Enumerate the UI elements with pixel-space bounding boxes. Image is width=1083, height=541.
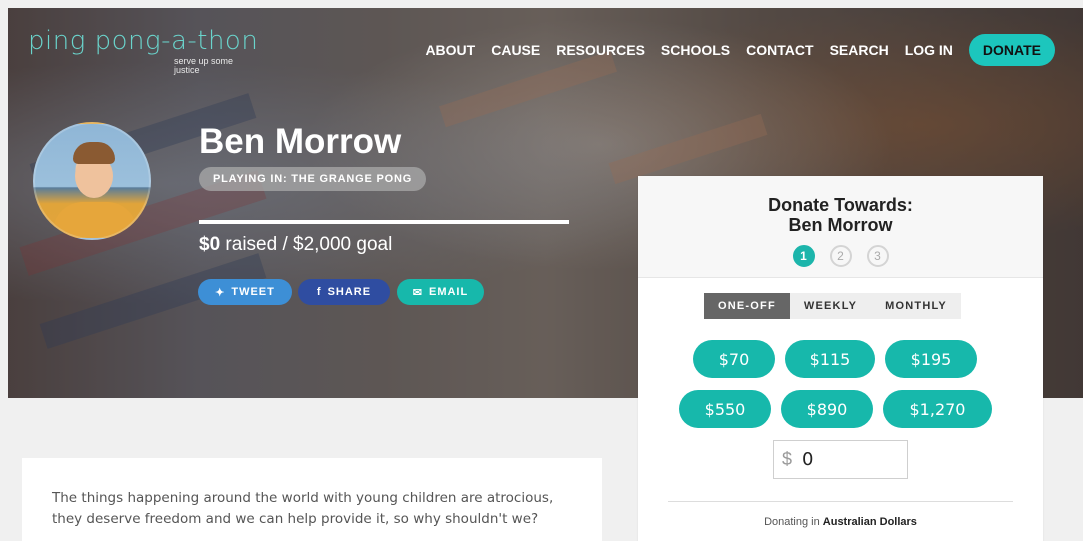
tab-one-off[interactable]: ONE-OFF — [704, 293, 790, 319]
nav-donate-button[interactable]: DONATE — [968, 34, 1055, 66]
nav-search[interactable]: SEARCH — [830, 42, 889, 58]
step-2: 2 — [829, 245, 852, 267]
nav-about[interactable]: ABOUT — [425, 42, 475, 58]
amount-option[interactable]: $890 — [781, 390, 873, 428]
story-card: The things happening around the world wi… — [22, 458, 602, 541]
amount-option[interactable]: $70 — [693, 340, 775, 378]
goal-text: raised / $2,000 goal — [220, 234, 393, 255]
email-share-button[interactable]: ✉ EMAIL — [397, 279, 484, 305]
step-1: 1 — [792, 245, 815, 267]
facebook-share-button[interactable]: f SHARE — [298, 279, 390, 305]
fundraising-progress-bar — [199, 220, 569, 224]
envelope-icon: ✉ — [412, 286, 423, 299]
nav-contact[interactable]: CONTACT — [746, 42, 813, 58]
donate-panel: Donate Towards: Ben Morrow 1 2 3 ONE-OFF… — [638, 176, 1043, 541]
donate-recipient: Ben Morrow — [788, 215, 893, 235]
amount-option[interactable]: $1,270 — [883, 390, 992, 428]
facebook-icon: f — [316, 286, 322, 298]
nav-resources[interactable]: RESOURCES — [556, 42, 645, 58]
raised-summary: $0 raised / $2,000 goal — [199, 234, 392, 256]
donate-title: Donate Towards: — [768, 195, 913, 215]
currency-symbol: $ — [782, 449, 793, 469]
profile-avatar — [33, 122, 151, 240]
donate-panel-header: Donate Towards: Ben Morrow 1 2 3 — [638, 176, 1043, 278]
currency-name: Australian Dollars — [822, 516, 917, 528]
amount-option[interactable]: $115 — [785, 340, 875, 378]
custom-amount-input[interactable]: $ 0 — [773, 440, 908, 479]
tweet-button[interactable]: ✦ TWEET — [198, 279, 292, 305]
step-indicator: 1 2 3 — [638, 245, 1043, 267]
profile-name: Ben Morrow — [199, 122, 402, 161]
step-3: 3 — [866, 245, 889, 267]
tab-monthly[interactable]: MONTHLY — [871, 293, 961, 319]
divider — [668, 501, 1013, 502]
playing-in-badge[interactable]: PLAYING IN: THE GRANGE PONG — [199, 167, 427, 191]
frequency-tabs: ONE-OFF WEEKLY MONTHLY — [704, 293, 961, 319]
nav-login[interactable]: LOG IN — [905, 42, 953, 58]
logo-tagline: serve up some justice — [174, 56, 234, 75]
raised-amount: $0 — [199, 234, 221, 255]
custom-amount-value: 0 — [802, 449, 814, 470]
nav-cause[interactable]: CAUSE — [491, 42, 540, 58]
site-logo[interactable]: ping pong-a-thon serve up some justice — [28, 26, 258, 75]
tab-weekly[interactable]: WEEKLY — [789, 293, 872, 319]
currency-note: Donating in Australian Dollars — [764, 516, 917, 528]
amount-option[interactable]: $550 — [679, 390, 771, 428]
twitter-icon: ✦ — [215, 286, 226, 299]
amount-option[interactable]: $195 — [885, 340, 977, 378]
nav-schools[interactable]: SCHOOLS — [661, 42, 730, 58]
story-text: The things happening around the world wi… — [52, 490, 554, 527]
main-nav: ABOUT CAUSE RESOURCES SCHOOLS CONTACT SE… — [409, 34, 1055, 66]
